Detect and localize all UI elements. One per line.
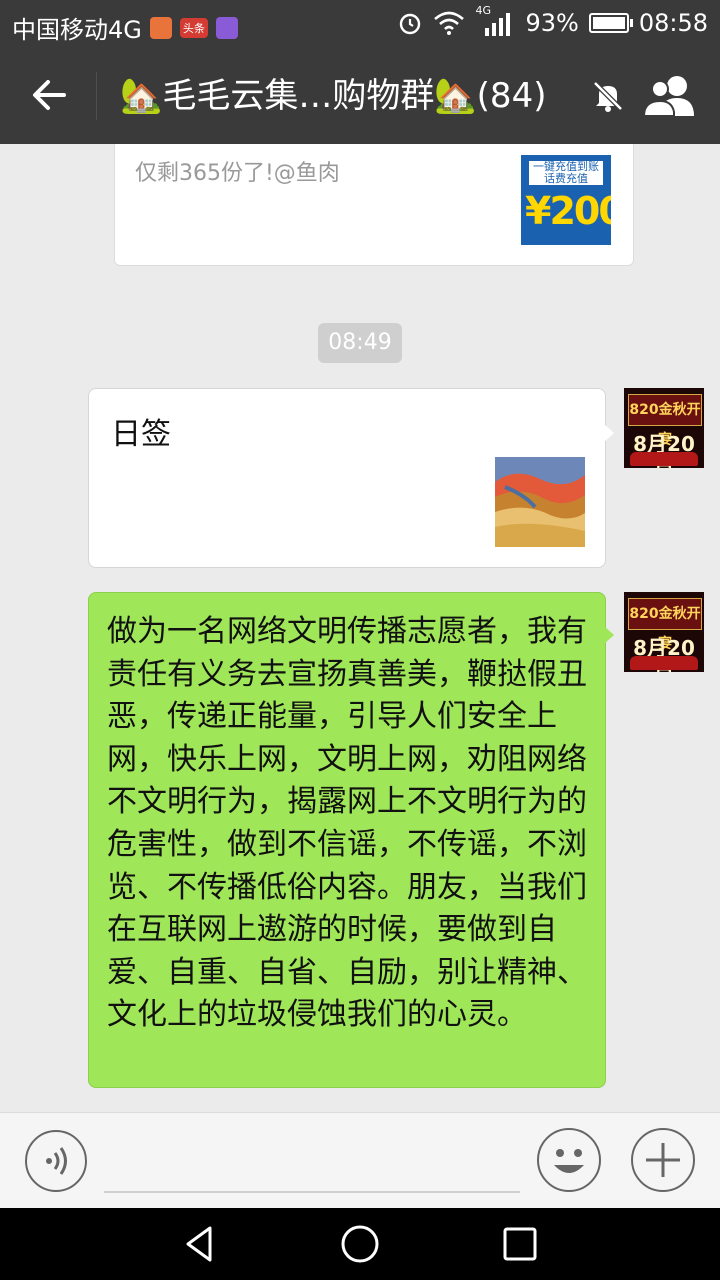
mute-bell-icon (592, 80, 624, 112)
link-card-title: 日签 (111, 417, 171, 452)
bubble-tail (604, 424, 614, 442)
system-nav-bar (0, 1208, 720, 1280)
chat-header: 🏡毛毛云集…购物群🏡(84) (0, 48, 720, 144)
avatar-car (630, 656, 698, 670)
link-card-message[interactable]: 日签 (88, 388, 606, 568)
message-text: 做为一名网络文明传播志愿者，我有责任有义务去宣扬真善美，鞭挞假丑恶，传递正能量，… (107, 614, 587, 1033)
avatar-banner: 820金秋开宴 (628, 394, 702, 448)
recharge-thumb-amount: ¥200 (525, 189, 611, 233)
emoji-icon[interactable] (536, 1127, 602, 1193)
recharge-thumb-caption: 一键充值到账 话费充值 (529, 161, 603, 185)
avatar[interactable]: 820金秋开宴 8月20日 (624, 388, 704, 468)
alarm-icon (400, 13, 421, 35)
message-input[interactable] (104, 1191, 520, 1193)
avatar[interactable]: 820金秋开宴 8月20日 (624, 592, 704, 672)
carrier-label: 中国移动4G (12, 16, 142, 44)
wifi-icon (434, 11, 465, 35)
nav-back-icon[interactable] (178, 1222, 222, 1266)
avatar-banner: 820金秋开宴 (628, 598, 702, 652)
text-message-bubble[interactable]: 做为一名网络文明传播志愿者，我有责任有义务去宣扬真善美，鞭挞假丑恶，传递正能量，… (88, 592, 606, 1088)
battery-percent: 93% (525, 9, 579, 37)
photo-app-icon (149, 16, 172, 39)
battery-icon (588, 13, 633, 33)
plus-icon[interactable] (630, 1127, 696, 1193)
signal-icon: 4G (475, 4, 515, 38)
header-divider (96, 72, 97, 120)
gallery-icon (215, 16, 238, 39)
toutiao-icon: 头条 (179, 17, 208, 38)
message-timestamp: 08:49 (318, 323, 402, 363)
bubble-tail (604, 626, 614, 644)
status-bar: 中国移动4G 头条 4G 93% 08:58 (0, 0, 720, 48)
nav-recents-icon[interactable] (498, 1222, 542, 1266)
input-bar (0, 1112, 720, 1209)
landscape-thumbnail (495, 457, 585, 547)
network-label: 4G (475, 4, 492, 17)
chat-title[interactable]: 🏡毛毛云集…购物群🏡(84) (120, 71, 570, 121)
avatar-car (630, 452, 698, 466)
recharge-thumbnail: 一键充值到账 话费充值 ¥200 (521, 155, 611, 245)
shared-link-card-partial[interactable]: 仅剩365份了!@鱼肉 一键充值到账 话费充值 ¥200 (114, 144, 634, 266)
group-info-icon[interactable] (642, 74, 698, 118)
nav-home-icon[interactable] (338, 1222, 382, 1266)
card-description: 仅剩365份了!@鱼肉 (135, 161, 340, 186)
clock: 08:58 (638, 9, 708, 37)
back-arrow-icon[interactable] (24, 70, 74, 120)
voice-input-icon[interactable] (24, 1129, 88, 1193)
message-list[interactable]: 仅剩365份了!@鱼肉 一键充值到账 话费充值 ¥200 08:49 日签 82… (0, 144, 720, 1112)
